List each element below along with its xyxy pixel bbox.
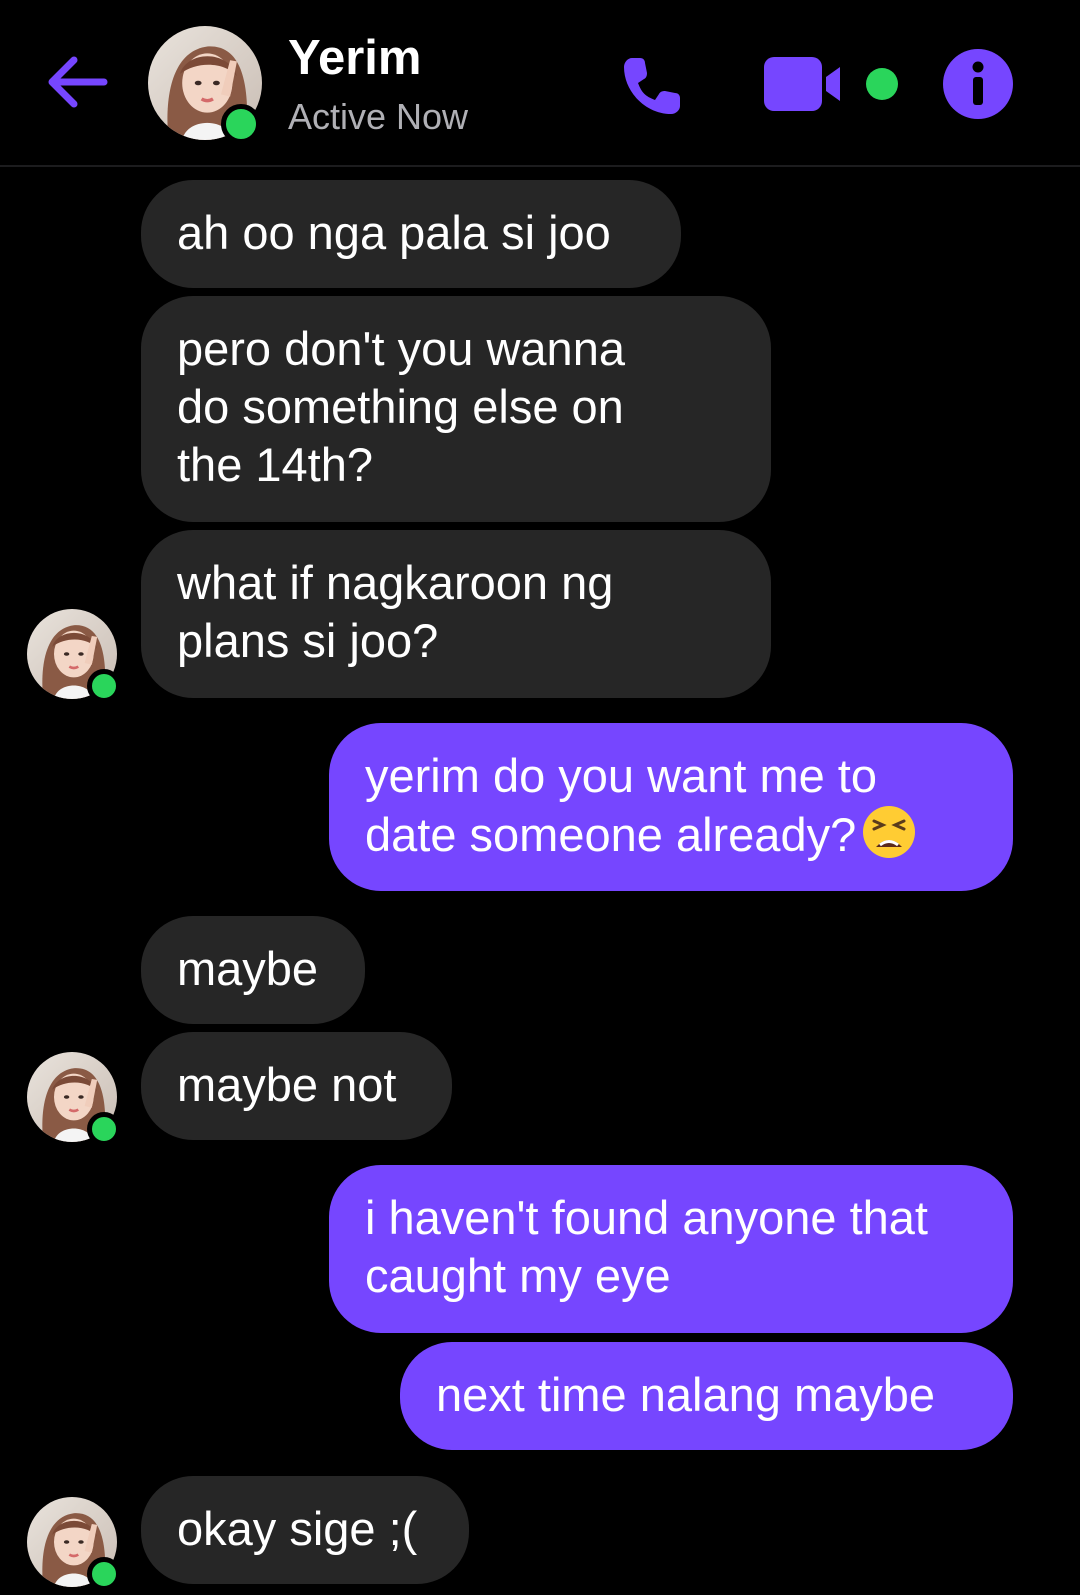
phone-icon <box>624 58 680 114</box>
message-text: do something else on <box>177 380 624 433</box>
message-text: plans si joo? <box>177 614 439 667</box>
message-line: date someone already? <box>365 805 977 864</box>
outgoing-message[interactable]: next time nalang maybe <box>400 1342 1013 1450</box>
back-button[interactable] <box>42 48 110 116</box>
incoming-message[interactable]: what if nagkaroon ng plans si joo? <box>141 530 771 698</box>
incoming-message[interactable]: maybe not <box>141 1032 452 1140</box>
message-text: what if nagkaroon ng <box>177 556 614 609</box>
incoming-message[interactable]: maybe <box>141 916 365 1024</box>
voice-call-button[interactable] <box>618 50 688 120</box>
outgoing-message[interactable]: i haven't found anyone that caught my ey… <box>329 1165 1013 1333</box>
video-camera-icon <box>764 57 840 111</box>
message-text: ah oo nga pala si joo <box>177 206 611 259</box>
incoming-message[interactable]: okay sige ;( <box>141 1476 469 1584</box>
contact-status: Active Now <box>288 96 469 137</box>
arrow-left-icon <box>48 56 108 108</box>
contact-name[interactable]: Yerim <box>288 30 421 86</box>
message-text: pero don't you wanna <box>177 322 625 375</box>
message-text: i haven't found anyone that <box>365 1191 928 1244</box>
tired-face-emoji <box>863 806 916 858</box>
message-text: maybe <box>177 942 319 995</box>
message-text: caught my eye <box>365 1249 671 1302</box>
incoming-message[interactable]: ah oo nga pala si joo <box>141 180 681 288</box>
incoming-message[interactable]: pero don't you wanna do something else o… <box>141 296 771 522</box>
message-text: date someone already? <box>365 808 857 861</box>
active-status-dot <box>866 68 898 100</box>
chat-header: Yerim Active Now <box>0 0 1080 167</box>
info-icon <box>943 49 1013 119</box>
active-status-dot <box>87 1112 121 1146</box>
message-text: the 14th? <box>177 438 374 491</box>
active-status-dot <box>87 1557 121 1591</box>
outgoing-message[interactable]: yerim do you want me to date someone alr… <box>329 723 1013 891</box>
message-text: yerim do you want me to <box>365 749 877 802</box>
info-button[interactable] <box>942 48 1014 120</box>
message-text: okay sige ;( <box>177 1502 418 1555</box>
video-call-button[interactable] <box>764 55 856 113</box>
message-text: maybe not <box>177 1058 397 1111</box>
message-text: next time nalang maybe <box>436 1368 936 1421</box>
active-status-dot <box>221 104 261 144</box>
active-status-dot <box>87 669 121 703</box>
